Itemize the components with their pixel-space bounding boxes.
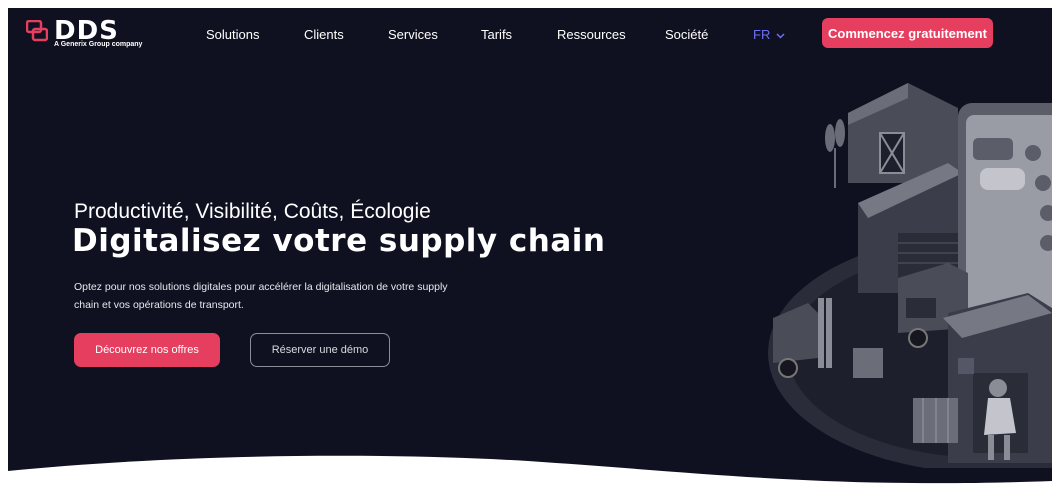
dds-logo-icon [25, 19, 49, 42]
crate-icon [913, 398, 958, 443]
logo[interactable]: DDS [25, 16, 119, 46]
logo-wordmark: DDS [54, 16, 119, 46]
nav-item-ressources[interactable]: Ressources [557, 27, 626, 42]
hero-description: Optez pour nos solutions digitales pour … [74, 281, 448, 311]
chevron-down-icon [776, 33, 785, 39]
wheat-icon [825, 119, 845, 188]
nav-item-societe[interactable]: Société [665, 27, 708, 42]
hero-title: Digitalisez votre supply chain [72, 223, 606, 259]
language-selector[interactable]: FR [753, 27, 785, 42]
book-demo-button[interactable]: Réserver une démo [250, 333, 390, 367]
nav-item-tarifs[interactable]: Tarifs [481, 27, 512, 42]
language-label: FR [753, 27, 771, 42]
discover-offers-button[interactable]: Découvrez nos offres [74, 333, 220, 367]
start-free-button[interactable]: Commencez gratuitement [822, 18, 993, 48]
supply-chain-illustration [768, 83, 1052, 468]
nav-item-clients[interactable]: Clients [304, 27, 344, 42]
logo-tagline: A Generix Group company [54, 41, 143, 48]
hero-bottom-wave [8, 455, 1052, 491]
nav-item-solutions[interactable]: Solutions [206, 27, 259, 42]
store-icon [943, 293, 1052, 463]
hero-kicker: Productivité, Visibilité, Coûts, Écologi… [74, 200, 431, 223]
nav-item-services[interactable]: Services [388, 27, 438, 42]
hero-section: DDS A Generix Group company Solutions Cl… [8, 8, 1052, 491]
